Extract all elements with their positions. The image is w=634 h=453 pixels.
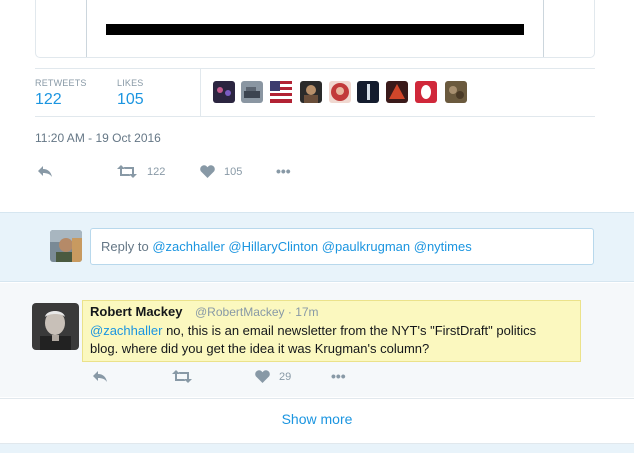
mention-link[interactable]: @zachhaller <box>90 323 162 338</box>
page-background <box>0 444 634 453</box>
reply-prefix: Reply to <box>101 239 149 254</box>
retweet-icon[interactable] <box>172 370 192 386</box>
avatar[interactable] <box>32 303 79 350</box>
like-count[interactable]: 29 <box>279 371 291 383</box>
liker-avatar[interactable] <box>241 81 263 103</box>
liker-avatar[interactable] <box>357 81 379 103</box>
liker-avatar[interactable] <box>270 81 292 103</box>
likes-stat[interactable]: LIKES 105 <box>117 78 144 109</box>
liker-avatar[interactable] <box>445 81 467 103</box>
tweet-text: @zachhaller no, this is an email newslet… <box>90 322 580 358</box>
show-more-link[interactable]: Show more <box>0 411 634 427</box>
current-user-avatar[interactable] <box>50 230 82 262</box>
like-count[interactable]: 105 <box>224 166 242 178</box>
tweet-author-handle[interactable]: @RobertMackey · 17m <box>195 305 319 319</box>
more-options-icon[interactable]: ••• <box>331 368 346 384</box>
likes-count[interactable]: 105 <box>117 91 144 109</box>
reply-mentions: @zachhaller @HillaryClinton @paulkrugman… <box>152 239 472 254</box>
stats-divider <box>200 69 201 116</box>
likes-label: LIKES <box>117 78 144 88</box>
reply-icon[interactable] <box>37 165 53 181</box>
liker-avatar[interactable] <box>213 81 235 103</box>
liker-avatar[interactable] <box>386 81 408 103</box>
tweet-text-line1: no, this is an email newsletter from the… <box>162 323 537 338</box>
reply-icon[interactable] <box>92 370 108 386</box>
tweet-timestamp[interactable]: 11:20 AM - 19 Oct 2016 <box>35 131 161 145</box>
more-options-icon[interactable]: ••• <box>276 163 291 179</box>
redaction-bar <box>106 24 524 35</box>
heart-icon[interactable] <box>200 165 215 181</box>
retweet-icon[interactable] <box>117 165 137 181</box>
tweet-author-name[interactable]: Robert Mackey <box>90 304 182 319</box>
liker-avatar[interactable] <box>415 81 437 103</box>
tweet-text-line2: blog. where did you get the idea it was … <box>90 341 430 356</box>
retweets-stat[interactable]: RETWEETS 122 <box>35 78 87 109</box>
retweets-count[interactable]: 122 <box>35 91 87 109</box>
retweet-count[interactable]: 122 <box>147 166 165 178</box>
liker-avatar[interactable] <box>300 81 322 103</box>
liker-avatar[interactable] <box>329 81 351 103</box>
retweets-label: RETWEETS <box>35 78 87 88</box>
heart-icon[interactable] <box>255 370 270 386</box>
reply-input[interactable]: Reply to @zachhaller @HillaryClinton @pa… <box>90 228 594 265</box>
